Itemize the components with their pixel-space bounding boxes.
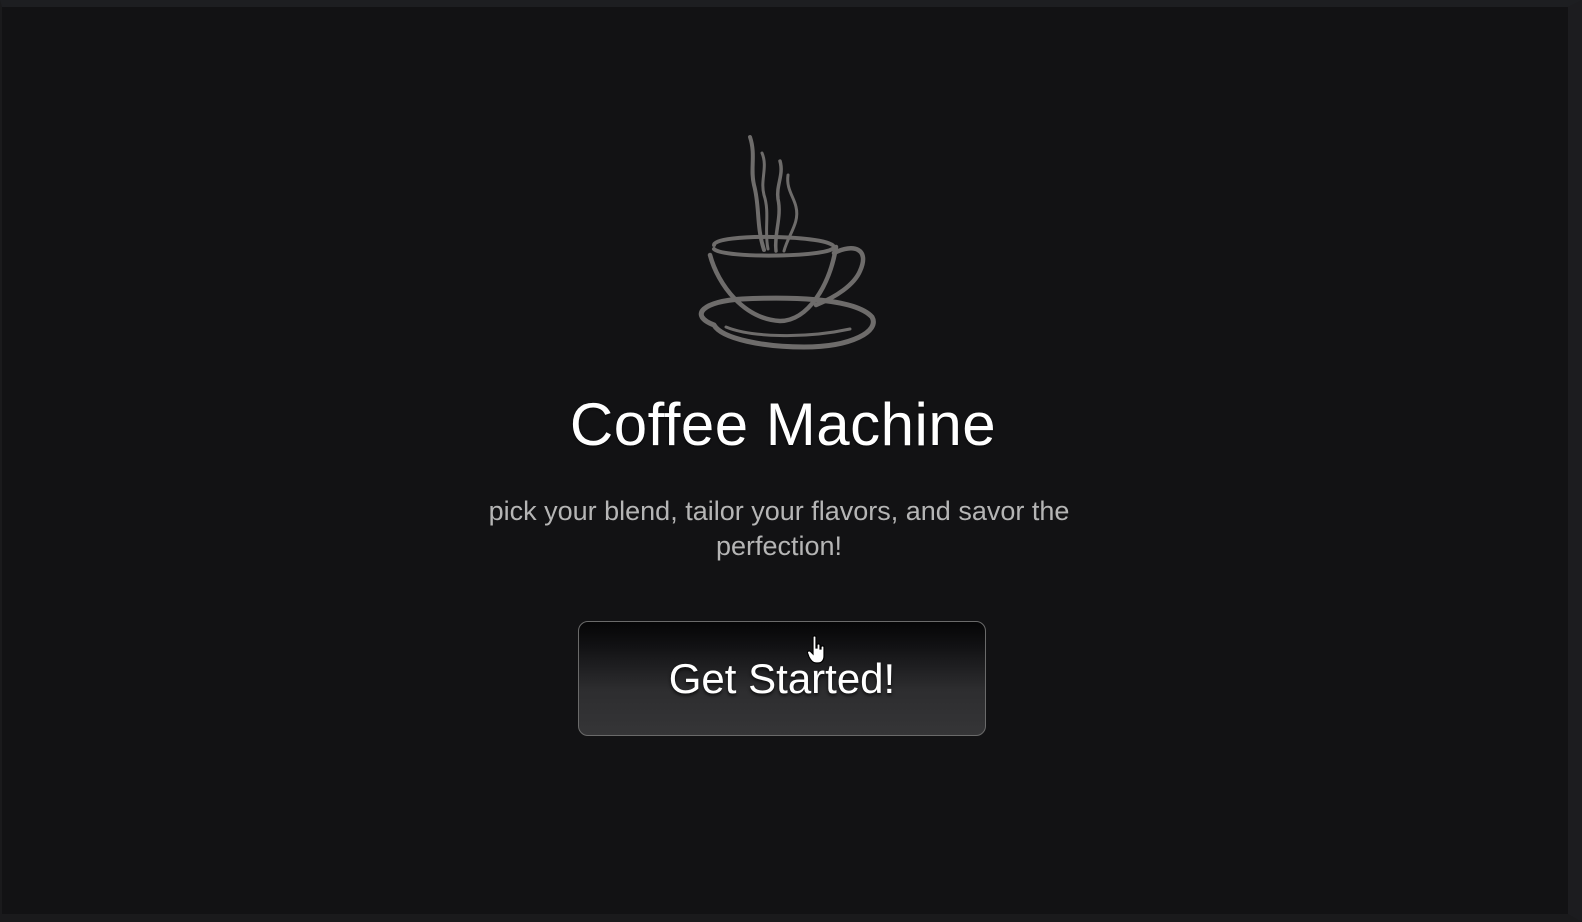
hero-section: Coffee Machine pick your blend, tailor y… xyxy=(2,7,1568,914)
app-title: Coffee Machine xyxy=(569,391,997,458)
app-window: Coffee Machine pick your blend, tailor y… xyxy=(0,0,1582,922)
coffee-cup-icon xyxy=(698,135,876,350)
get-started-button[interactable]: Get Started! xyxy=(578,621,986,736)
app-tagline: pick your blend, tailor your flavors, an… xyxy=(488,496,1070,561)
